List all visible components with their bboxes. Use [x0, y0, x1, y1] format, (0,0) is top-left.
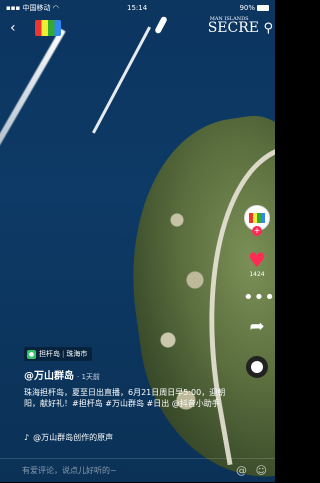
brand-watermark: MAN ISLANDS SECRE: [207, 16, 259, 36]
location-pin-icon: ●: [27, 349, 36, 359]
status-bar: ▪▪▪ 中国移动 ◠ 15:14 90%: [0, 0, 275, 16]
heart-icon[interactable]: ♥: [243, 250, 271, 270]
right-rail: + ♥ 1424 ••• ➦: [243, 205, 275, 378]
follow-button[interactable]: +: [252, 226, 262, 236]
boat-wake-2: [92, 26, 151, 134]
carrier: 中国移动: [22, 4, 51, 12]
brand-top: MAN ISLANDS: [209, 16, 249, 22]
at-icon[interactable]: @: [236, 459, 247, 483]
author-handle[interactable]: @万山群岛: [24, 371, 74, 382]
boat: [154, 15, 168, 35]
post-time: · 1天前: [77, 373, 100, 381]
battery-percent: 90%: [239, 4, 255, 12]
poi-separator: |: [62, 350, 65, 358]
author-name[interactable]: @万山群岛 · 1天前: [24, 367, 100, 382]
battery-icon: [257, 5, 269, 11]
comment-bar[interactable]: 有爱评论，说点儿好听的~ @ ☺: [0, 458, 275, 483]
channel-logo: [35, 20, 61, 36]
disc-label: [251, 361, 263, 373]
brand-text: SECRE: [207, 20, 259, 36]
boat-wake: [0, 28, 66, 257]
more-icon[interactable]: •••: [243, 289, 275, 307]
search-icon[interactable]: ⚲: [263, 21, 273, 36]
back-icon[interactable]: ‹: [10, 20, 16, 36]
music-title[interactable]: @万山群岛创作的原声: [33, 433, 113, 442]
music-disc[interactable]: [246, 356, 268, 378]
music-row[interactable]: ♪ @万山群岛创作的原声: [24, 432, 113, 443]
video-frame[interactable]: [0, 0, 275, 482]
poi-name: 担杆岛: [39, 350, 60, 358]
video-description: 珠海担杆岛，夏至日出直播，6月21日周日早5:00，迎朝阳，献好礼！#担杆岛 #…: [24, 388, 226, 408]
share-icon[interactable]: ➦: [243, 318, 271, 336]
clock: 15:14: [127, 4, 148, 12]
like-count: 1424: [249, 271, 265, 278]
wifi-icon: ◠: [52, 4, 59, 12]
avatar-logo: [249, 213, 265, 223]
emoji-icon[interactable]: ☺: [256, 459, 267, 483]
poi-city: 珠海市: [66, 350, 88, 358]
comment-input[interactable]: 有爱评论，说点儿好听的~: [22, 459, 117, 483]
signal-icon: ▪▪▪: [6, 4, 21, 12]
music-note-icon: ♪: [24, 433, 30, 442]
location-tag[interactable]: ● 担杆岛 | 珠海市: [24, 347, 93, 361]
